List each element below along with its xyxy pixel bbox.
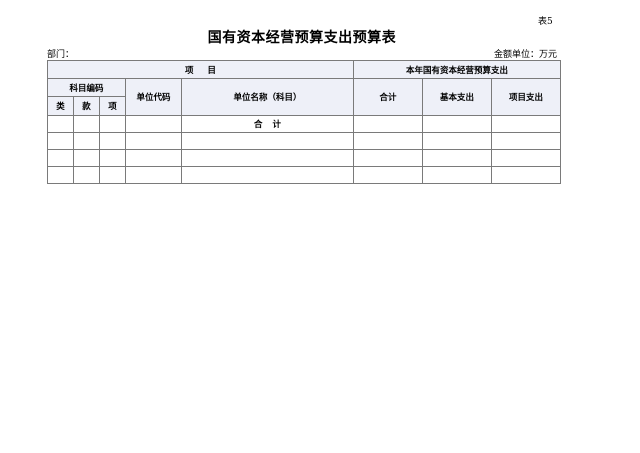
cell-unit-name: 合计: [180, 115, 355, 133]
cell-section: [73, 149, 100, 167]
amount-unit-label: 金额单位：万元: [494, 50, 558, 60]
group-header-item: 项目: [46, 60, 355, 79]
cell-section: [73, 132, 100, 150]
cell-unit-name: [180, 132, 355, 150]
class-header: 类: [47, 96, 74, 116]
table-row: [47, 166, 562, 184]
cell-item: [99, 149, 126, 167]
cell-unit-name: [180, 149, 355, 167]
cell-project: [491, 132, 562, 150]
table-number: 表5: [538, 17, 553, 27]
cell-class: [47, 132, 74, 150]
cell-project: [491, 166, 562, 184]
table-row-total: 合计: [47, 115, 562, 133]
cell-class: [47, 166, 74, 184]
cell-total: [353, 115, 424, 133]
cell-project: [491, 149, 562, 167]
unit-name-header: 单位名称（科目）: [180, 78, 355, 116]
project-expense-header: 项目支出: [491, 78, 562, 116]
cell-project: [491, 115, 562, 133]
group-header-budget: 本年国有资本经营预算支出: [353, 60, 562, 79]
cell-total: [353, 132, 424, 150]
cell-unit-name: [180, 166, 355, 184]
cell-class: [47, 149, 74, 167]
cell-basic: [422, 132, 493, 150]
unit-code-header: 单位代码: [125, 78, 182, 116]
table-row: [47, 132, 562, 150]
cell-total: [353, 149, 424, 167]
total-header: 合计: [353, 78, 424, 116]
cell-unit-code: [125, 132, 182, 150]
cell-basic: [422, 115, 493, 133]
cell-basic: [422, 166, 493, 184]
cell-section: [73, 115, 100, 133]
section-header: 款: [73, 96, 100, 116]
page-title: 国有资本经营预算支出预算表: [207, 30, 397, 46]
cell-class: [47, 115, 74, 133]
item-header: 项: [99, 96, 126, 116]
cell-section: [73, 166, 100, 184]
cell-total: [353, 166, 424, 184]
cell-unit-code: [125, 149, 182, 167]
header-row-1: 项目 本年国有资本经营预算支出: [46, 60, 562, 79]
cell-unit-code: [125, 115, 182, 133]
cell-item: [99, 115, 126, 133]
total-row-label: 合计: [254, 120, 292, 130]
budget-table: 项目 本年国有资本经营预算支出 科目编码 单位代码 单位名称（科目） 合计 基本…: [46, 60, 562, 184]
cell-item: [99, 166, 126, 184]
cell-basic: [422, 149, 493, 167]
subject-code-header: 科目编码: [47, 78, 126, 97]
cell-unit-code: [125, 166, 182, 184]
cell-item: [99, 132, 126, 150]
department-label: 部门：: [47, 50, 75, 60]
basic-expense-header: 基本支出: [422, 78, 493, 116]
table-row: [47, 149, 562, 167]
group-header-item-label: 项目: [185, 65, 231, 76]
header-row-2: 科目编码 单位代码 单位名称（科目） 合计 基本支出 项目支出: [47, 78, 562, 116]
